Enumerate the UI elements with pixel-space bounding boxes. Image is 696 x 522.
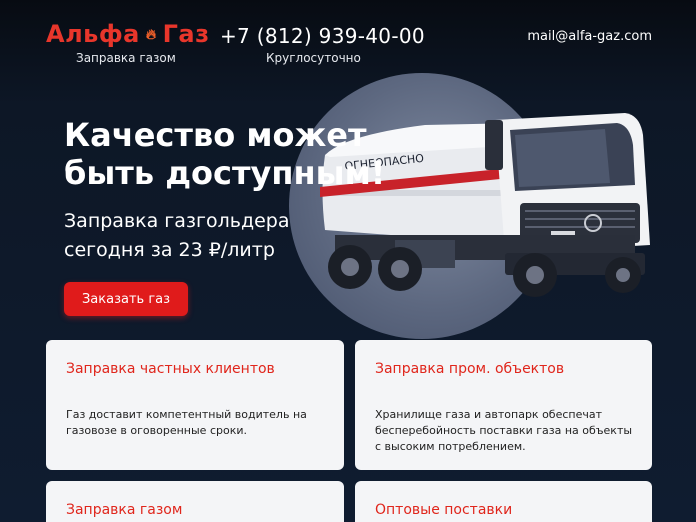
card-title: Заправка газом <box>66 502 183 518</box>
order-gas-button[interactable]: Заказать газ <box>64 282 188 316</box>
card-text: Газ доставит компетентный водитель на га… <box>66 408 307 437</box>
logo-text-1: Альфа <box>46 20 140 48</box>
flame-icon: 🔥︎ <box>145 27 157 43</box>
card-private-clients[interactable]: Заправка частных клиентов Газ доставит к… <box>46 340 344 470</box>
card-title: Заправка частных клиентов <box>66 361 275 377</box>
card-title: Оптовые поставки <box>375 502 513 518</box>
email-link[interactable]: mail@alfa-gaz.com <box>527 29 652 44</box>
logo-tagline: Заправка газом <box>76 51 176 65</box>
phone-hours: Круглосуточно <box>266 51 361 65</box>
phone-link[interactable]: +7 (812) 939-40-00 <box>220 24 425 48</box>
logo-text-2: Газ <box>162 20 210 48</box>
card-text: Хранилище газа и автопарк обеспечат бесп… <box>375 408 633 453</box>
card-gas-refuel[interactable]: Заправка газом <box>46 481 344 522</box>
hero-subtitle: Заправка газгольдера сегодня за 23 ₽/лит… <box>64 210 290 261</box>
site-header: Альфа 🔥︎ Газ Заправка газом +7 (812) 939-4… <box>0 0 696 80</box>
card-industrial[interactable]: Заправка пром. объектов Хранилище газа и… <box>355 340 652 470</box>
card-wholesale[interactable]: Оптовые поставки <box>355 481 652 522</box>
logo[interactable]: Альфа 🔥︎ Газ <box>46 20 210 48</box>
card-title: Заправка пром. объектов <box>375 361 565 377</box>
hero-title: Качество может быть доступным! <box>64 116 386 192</box>
